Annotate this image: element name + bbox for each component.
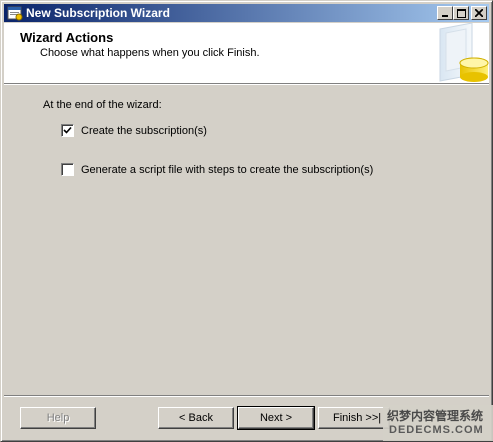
- app-icon: [7, 5, 23, 21]
- generate-script-option[interactable]: Generate a script file with steps to cre…: [61, 163, 373, 176]
- checkmark-icon: [63, 126, 72, 134]
- header-divider: [4, 84, 489, 85]
- section-label: At the end of the wizard:: [43, 99, 162, 111]
- create-subscription-label: Create the subscription(s): [81, 124, 207, 137]
- window-title: New Subscription Wizard: [26, 6, 170, 20]
- database-icon: [432, 22, 489, 83]
- watermark-line1: 织梦内容管理系统: [387, 409, 484, 423]
- generate-script-label: Generate a script file with steps to cre…: [81, 163, 374, 176]
- close-button[interactable]: [471, 6, 487, 20]
- next-button[interactable]: Next >: [237, 406, 315, 430]
- create-subscription-checkbox[interactable]: [61, 124, 74, 137]
- wizard-window: New Subscription Wizard Wizard Actions C…: [0, 0, 493, 442]
- minimize-icon: [442, 15, 448, 17]
- watermark-line2: DEDECMS.COM: [389, 424, 484, 436]
- finish-button[interactable]: Finish >>|: [318, 407, 390, 429]
- watermark: 织梦内容管理系统 DEDECMS.COM: [383, 405, 493, 441]
- back-button[interactable]: < Back: [158, 407, 234, 429]
- maximize-icon: [456, 8, 466, 18]
- page-subtitle: Choose what happens when you click Finis…: [40, 47, 260, 59]
- title-bar[interactable]: New Subscription Wizard: [4, 4, 489, 22]
- wizard-header: Wizard Actions Choose what happens when …: [4, 22, 489, 84]
- minimize-button[interactable]: [437, 6, 453, 20]
- maximize-button[interactable]: [453, 6, 469, 20]
- page-title: Wizard Actions: [20, 30, 114, 45]
- footer-divider: [4, 395, 489, 397]
- help-button[interactable]: Help: [20, 407, 96, 429]
- generate-script-checkbox[interactable]: [61, 163, 74, 176]
- close-icon: [475, 9, 483, 17]
- create-subscription-option[interactable]: Create the subscription(s): [61, 124, 207, 137]
